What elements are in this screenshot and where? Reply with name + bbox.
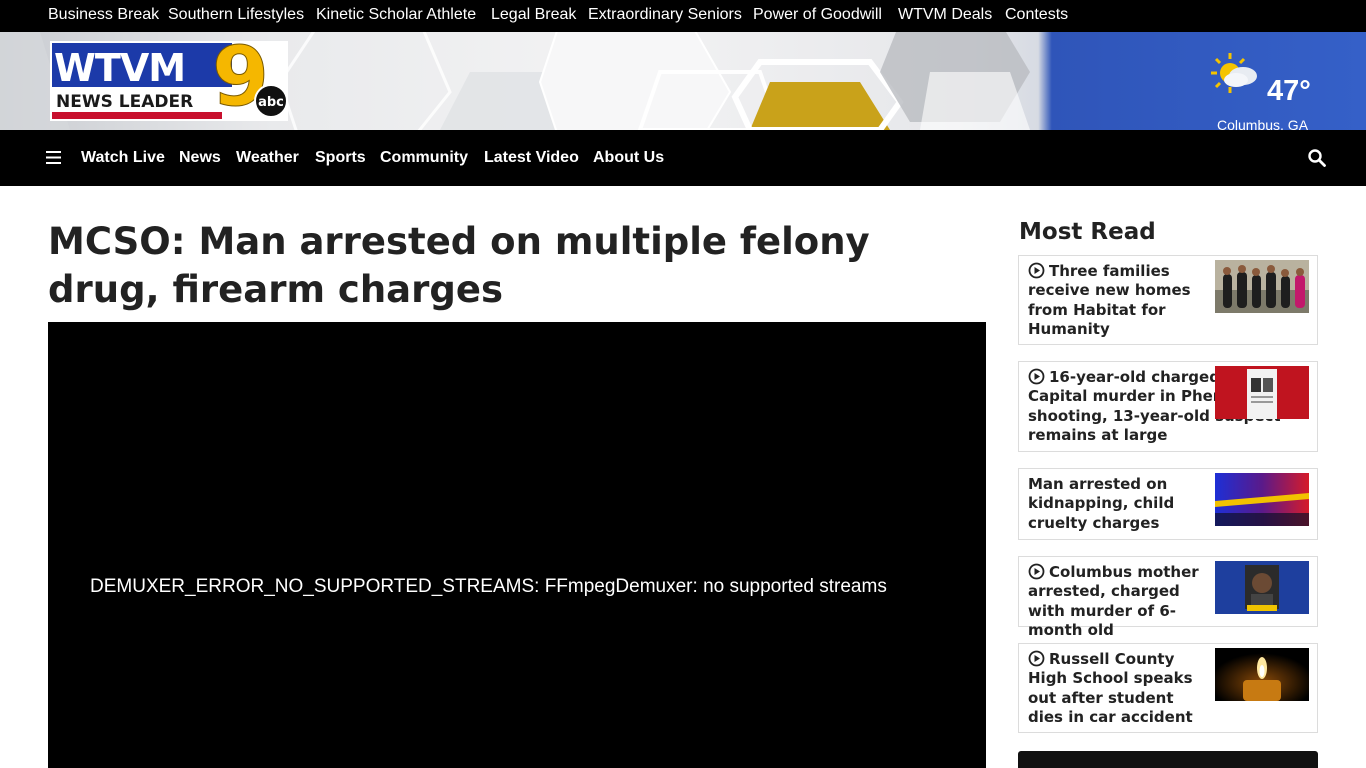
nav-news[interactable]: News — [179, 149, 221, 167]
video-play-icon — [1028, 650, 1045, 667]
article-headline: MCSO: Man arrested on multiple felony dr… — [48, 220, 870, 311]
most-read-item-title: Columbus mother arrested, charged with m… — [1028, 563, 1199, 639]
search-icon[interactable] — [1308, 149, 1326, 167]
video-play-icon — [1028, 262, 1045, 279]
video-play-icon — [1028, 563, 1045, 580]
nav-watch-live[interactable]: Watch Live — [81, 149, 165, 167]
logo-network: abc — [258, 95, 284, 110]
wtvm-logo[interactable]: WTVM NEWS LEADER 9 abc — [50, 41, 288, 121]
most-read-item-title: Three families receive new homes from Ha… — [1028, 262, 1191, 338]
most-read-item[interactable]: Man arrested on kidnapping, child cruelt… — [1018, 468, 1318, 540]
header-banner: WTVM NEWS LEADER 9 abc — [0, 32, 1366, 130]
topbar-link-contests[interactable]: Contests — [1005, 6, 1068, 24]
topbar-link-power-of-goodwill[interactable]: Power of Goodwill — [753, 6, 882, 24]
nav-latest-video[interactable]: Latest Video — [484, 149, 579, 167]
most-read-thumbnail[interactable] — [1215, 648, 1309, 701]
nav-community[interactable]: Community — [380, 149, 468, 167]
most-read-title: Most Read — [1019, 219, 1156, 245]
topbar-link-business-break[interactable]: Business Break — [48, 6, 159, 24]
most-read-item[interactable]: Columbus mother arrested, charged with m… — [1018, 556, 1318, 639]
topbar-link-extraordinary-seniors[interactable]: Extraordinary Seniors — [588, 6, 742, 24]
nav-weather[interactable]: Weather — [236, 149, 299, 167]
logo-tagline: NEWS LEADER — [56, 92, 193, 112]
most-read-item[interactable]: 16-year-old charged with Capital murder … — [1018, 361, 1318, 452]
nav-about-us[interactable]: About Us — [593, 149, 664, 167]
topbar-link-kinetic-scholar-athlete[interactable]: Kinetic Scholar Athlete — [316, 6, 476, 24]
topbar-link-wtvm-deals[interactable]: WTVM Deals — [898, 6, 992, 24]
most-read-item-title: Man arrested on kidnapping, child cruelt… — [1028, 475, 1175, 532]
video-play-icon — [1028, 368, 1045, 385]
main-navigation: Watch Live News Weather Sports Community… — [0, 130, 1366, 186]
nav-sports[interactable]: Sports — [315, 149, 366, 167]
topbar-link-legal-break[interactable]: Legal Break — [491, 6, 576, 24]
most-read-thumbnail[interactable] — [1215, 260, 1309, 313]
most-read-thumbnail[interactable] — [1215, 366, 1309, 419]
topbar-link-southern-lifestyles[interactable]: Southern Lifestyles — [168, 6, 304, 24]
most-read-thumbnail[interactable] — [1215, 473, 1309, 526]
video-error-message: DEMUXER_ERROR_NO_SUPPORTED_STREAMS: FFmp… — [90, 576, 887, 597]
top-utility-bar: Business Break Southern Lifestyles Kinet… — [0, 0, 1366, 32]
hamburger-menu-icon[interactable] — [46, 151, 61, 164]
most-read-item-title: Russell County High School speaks out af… — [1028, 650, 1193, 726]
partly-cloudy-icon — [1211, 53, 1257, 93]
most-read-thumbnail[interactable] — [1215, 561, 1309, 614]
sidebar-next-card[interactable] — [1018, 751, 1318, 768]
video-player[interactable]: DEMUXER_ERROR_NO_SUPPORTED_STREAMS: FFmp… — [48, 322, 986, 768]
most-read-item[interactable]: Three families receive new homes from Ha… — [1018, 255, 1318, 345]
weather-widget[interactable]: 47° Columbus, GA — [1208, 52, 1318, 133]
weather-temperature: 47° — [1267, 75, 1311, 107]
most-read-item[interactable]: Russell County High School speaks out af… — [1018, 643, 1318, 733]
logo-call-letters: WTVM — [54, 46, 185, 90]
